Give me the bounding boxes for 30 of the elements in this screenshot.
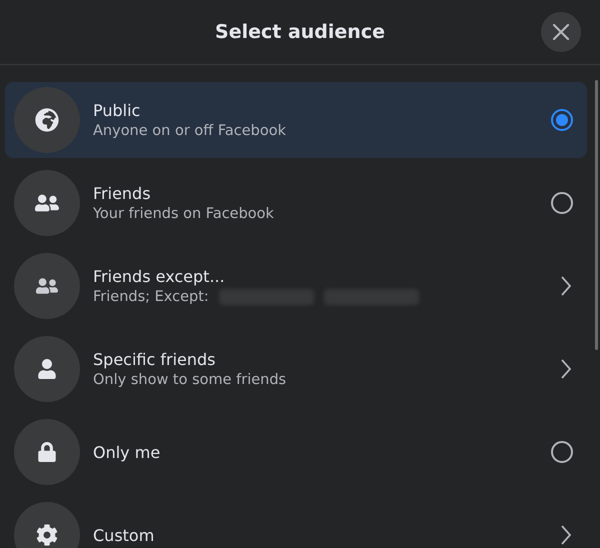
option-subtitle: Anyone on or off Facebook [93,123,286,139]
option-title: Custom [93,526,156,544]
close-button[interactable] [541,12,581,52]
option-title: Specific friends [93,350,216,369]
audience-option[interactable]: Custom [5,497,587,548]
scrollbar[interactable] [595,80,598,350]
audience-option[interactable]: Friends Your friends on Facebook [5,165,587,241]
chevron-right-icon [559,357,573,381]
option-subtitle: Friends; Except: [93,289,209,305]
chevron-right-icon [559,274,573,298]
person-icon [37,359,57,379]
option-subtitle: Your friends on Facebook [93,206,274,222]
lock-icon [37,442,57,462]
dialog-title: Select audience [215,21,385,43]
audience-option[interactable]: Friends except... Friends; Except: [5,248,587,324]
radio-button[interactable] [551,192,573,214]
option-title: Friends except... [93,267,226,286]
audience-option[interactable]: Specific friends Only show to some friends [5,331,587,407]
globe-icon [35,108,59,132]
close-icon [551,22,571,42]
option-subtitle: Only show to some friends [93,372,286,388]
radio-button[interactable] [551,109,573,131]
audience-option[interactable]: Public Anyone on or off Facebook [5,82,587,158]
option-title: Public [93,101,142,120]
chevron-right-icon [559,523,573,547]
audience-option[interactable]: Only me [5,414,587,490]
option-title: Friends [93,184,152,203]
option-title: Only me [93,442,162,462]
gear-icon [36,524,58,546]
radio-button[interactable] [551,441,573,463]
